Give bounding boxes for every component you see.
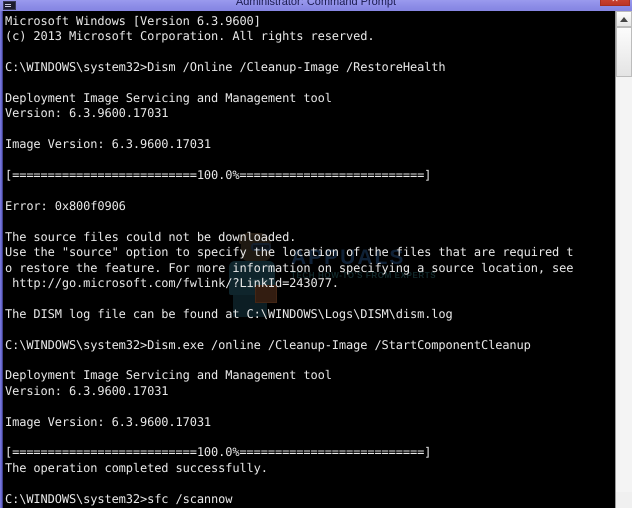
scroll-up-button[interactable] — [616, 11, 632, 27]
vertical-scrollbar[interactable] — [615, 11, 632, 508]
console-client-area[interactable]: APPUALS TECH HOW-TO'S FROM EXPERTS Micro… — [3, 11, 615, 508]
close-button[interactable]: ✕ — [600, 0, 630, 6]
scrollbar-thumb[interactable] — [616, 27, 632, 77]
scrollbar-track[interactable] — [616, 27, 632, 492]
console-output: Microsoft Windows [Version 6.3.9600] (c)… — [5, 14, 574, 506]
scroll-up-arrow-icon — [620, 17, 628, 22]
command-prompt-window: Administrator: Command Prompt ✕ APPUALS … — [0, 0, 632, 508]
title-bar[interactable]: Administrator: Command Prompt ✕ — [0, 0, 632, 11]
window-left-edge — [0, 11, 3, 508]
window-title: Administrator: Command Prompt — [235, 0, 397, 8]
close-icon: ✕ — [601, 0, 629, 5]
